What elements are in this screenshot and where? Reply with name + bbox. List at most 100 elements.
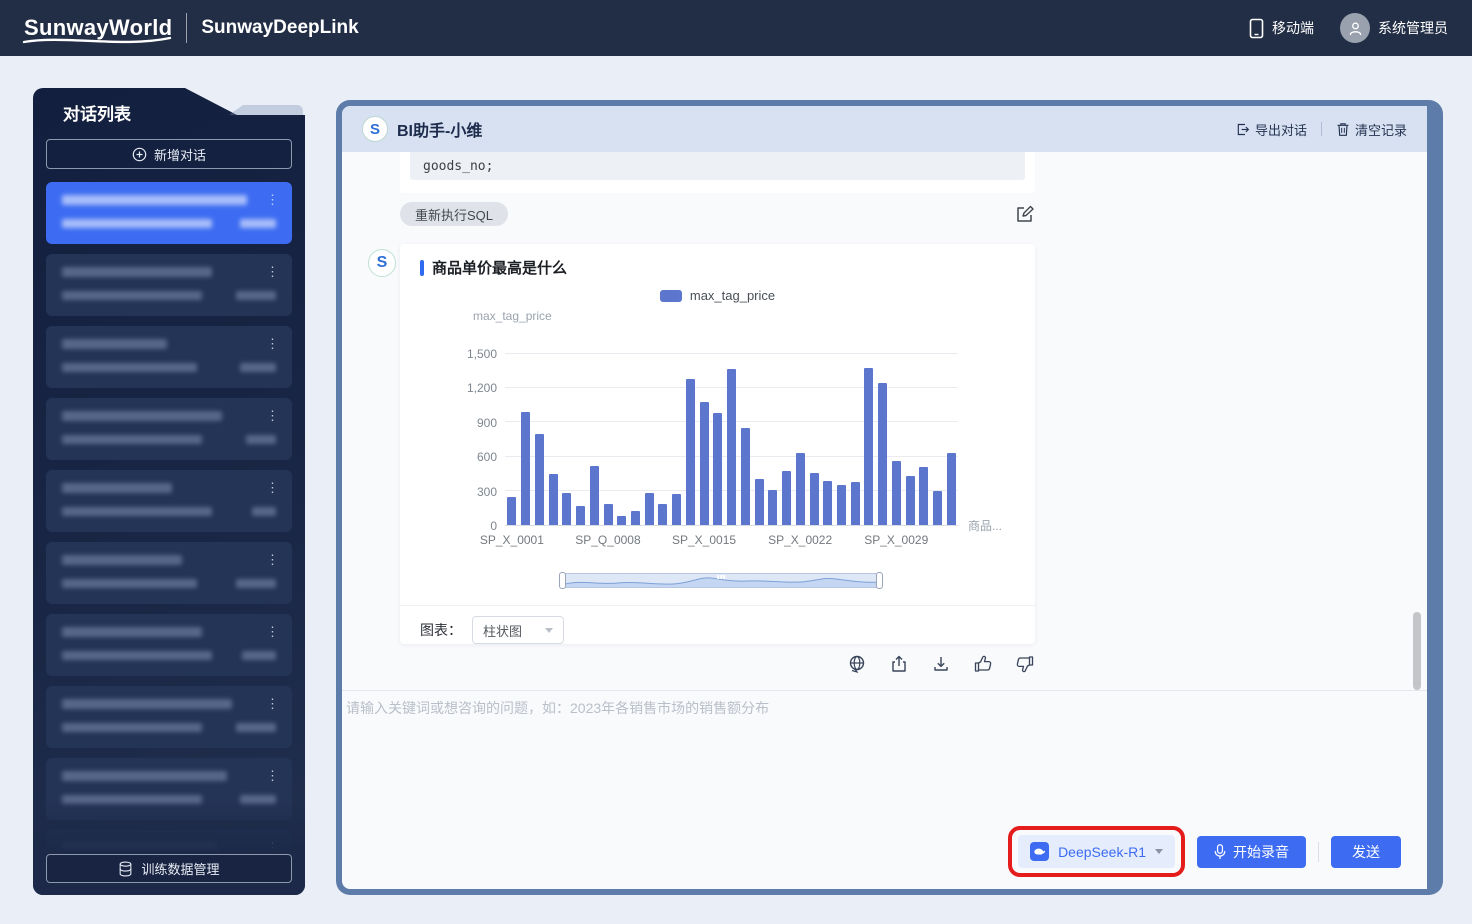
conversation-item[interactable]: ⋮ bbox=[46, 614, 292, 676]
chart-legend[interactable]: max_tag_price bbox=[400, 288, 1035, 303]
send-label: 发送 bbox=[1352, 842, 1380, 862]
model-selector[interactable]: DeepSeek-R1 bbox=[1018, 835, 1175, 868]
more-options-icon[interactable]: ⋮ bbox=[266, 336, 279, 352]
bar[interactable] bbox=[741, 428, 750, 525]
bar[interactable] bbox=[782, 471, 791, 525]
more-options-icon[interactable]: ⋮ bbox=[266, 768, 279, 784]
bar[interactable] bbox=[755, 479, 764, 525]
clear-history-button[interactable]: 清空记录 bbox=[1336, 120, 1407, 139]
bar[interactable] bbox=[535, 434, 544, 525]
training-data-button[interactable]: 训练数据管理 bbox=[46, 854, 292, 883]
scrollbar-thumb[interactable] bbox=[1413, 612, 1421, 690]
user-menu[interactable]: 系统管理员 bbox=[1340, 13, 1448, 43]
bar[interactable] bbox=[631, 511, 640, 525]
more-options-icon[interactable]: ⋮ bbox=[266, 624, 279, 640]
bar[interactable] bbox=[672, 494, 681, 525]
thumbs-up-icon[interactable] bbox=[973, 654, 993, 674]
conversation-item[interactable]: ⋮ bbox=[46, 326, 292, 388]
bar[interactable] bbox=[892, 461, 901, 525]
bar[interactable] bbox=[851, 482, 860, 525]
conversation-item[interactable]: ⋮ bbox=[46, 686, 292, 748]
avatar bbox=[1340, 13, 1370, 43]
thumbs-down-icon[interactable] bbox=[1015, 654, 1035, 674]
bar[interactable] bbox=[700, 402, 709, 525]
data-zoom-slider[interactable] bbox=[562, 573, 880, 588]
conversation-item[interactable]: ⋮ bbox=[46, 182, 292, 244]
bar[interactable] bbox=[727, 369, 736, 525]
redacted-tag bbox=[242, 651, 276, 660]
new-chat-button[interactable]: 新增对话 bbox=[46, 139, 292, 169]
bar[interactable] bbox=[837, 485, 846, 525]
database-icon bbox=[118, 861, 133, 877]
bar[interactable] bbox=[521, 412, 530, 525]
bar[interactable] bbox=[713, 413, 722, 525]
bar[interactable] bbox=[686, 379, 695, 525]
start-recording-button[interactable]: 开始录音 bbox=[1197, 836, 1306, 868]
bar[interactable] bbox=[768, 490, 777, 525]
language-globe-icon[interactable] bbox=[847, 654, 867, 674]
redacted-date bbox=[62, 291, 202, 300]
bar[interactable] bbox=[604, 504, 613, 525]
more-options-icon[interactable]: ⋮ bbox=[266, 696, 279, 712]
export-chat-button[interactable]: 导出对话 bbox=[1235, 120, 1307, 139]
bar[interactable] bbox=[549, 474, 558, 525]
x-tick-label: SP_Q_0008 bbox=[566, 533, 650, 547]
redacted-date bbox=[62, 507, 212, 516]
mobile-link[interactable]: 移动端 bbox=[1249, 18, 1314, 39]
chat-input[interactable] bbox=[346, 698, 1326, 808]
share-icon[interactable] bbox=[889, 654, 909, 674]
input-divider bbox=[342, 690, 1427, 691]
more-options-icon[interactable]: ⋮ bbox=[266, 480, 279, 496]
redacted-date bbox=[62, 795, 202, 804]
sidebar-tab-title: 对话列表 bbox=[63, 100, 131, 125]
legend-label: max_tag_price bbox=[690, 288, 775, 303]
bar[interactable] bbox=[658, 504, 667, 525]
rerun-sql-button[interactable]: 重新执行SQL bbox=[400, 202, 508, 226]
sql-code-box: goods_no; bbox=[410, 152, 1025, 180]
redacted-tag bbox=[240, 219, 276, 228]
chevron-down-icon bbox=[545, 628, 553, 633]
export-icon bbox=[1235, 122, 1250, 137]
bar[interactable] bbox=[878, 383, 887, 526]
redacted-date bbox=[62, 435, 202, 444]
download-icon[interactable] bbox=[931, 654, 951, 674]
more-options-icon[interactable]: ⋮ bbox=[266, 192, 279, 208]
title-accent-bar bbox=[420, 260, 424, 276]
send-button[interactable]: 发送 bbox=[1331, 836, 1401, 868]
data-zoom-grip[interactable] bbox=[717, 575, 725, 579]
bar[interactable] bbox=[507, 497, 516, 526]
x-tick-label: SP_X_0022 bbox=[758, 533, 842, 547]
conversation-list: ⋮ ⋮ ⋮ ⋮ ⋮ ⋮ ⋮ ⋮ ⋮ ⋮ bbox=[33, 182, 305, 895]
redacted-date bbox=[62, 579, 197, 588]
chart-type-value: 柱状图 bbox=[483, 621, 522, 640]
bar[interactable] bbox=[933, 491, 942, 525]
header-divider bbox=[1321, 122, 1322, 136]
conversation-item[interactable]: ⋮ bbox=[46, 542, 292, 604]
data-zoom-handle-right[interactable] bbox=[876, 572, 883, 589]
more-options-icon[interactable]: ⋮ bbox=[266, 552, 279, 568]
bar[interactable] bbox=[919, 467, 928, 525]
bar[interactable] bbox=[864, 368, 873, 525]
conversation-item[interactable]: ⋮ bbox=[46, 470, 292, 532]
data-zoom-handle-left[interactable] bbox=[559, 572, 566, 589]
bar[interactable] bbox=[796, 453, 805, 525]
bar[interactable] bbox=[947, 453, 956, 525]
bar[interactable] bbox=[810, 473, 819, 525]
redacted-title bbox=[62, 411, 222, 421]
sql-snippet-text: goods_no; bbox=[423, 159, 493, 174]
bar[interactable] bbox=[590, 466, 599, 525]
edit-sql-icon[interactable] bbox=[1015, 204, 1035, 224]
bar[interactable] bbox=[562, 493, 571, 525]
bar[interactable] bbox=[823, 481, 832, 525]
more-options-icon[interactable]: ⋮ bbox=[266, 264, 279, 280]
bar[interactable] bbox=[576, 506, 585, 525]
bar[interactable] bbox=[906, 476, 915, 525]
conversation-item[interactable]: ⋮ bbox=[46, 758, 292, 820]
conversation-item[interactable]: ⋮ bbox=[46, 398, 292, 460]
bar[interactable] bbox=[645, 493, 654, 525]
chart-type-select[interactable]: 柱状图 bbox=[472, 616, 564, 644]
redacted-tag bbox=[246, 435, 276, 444]
conversation-item[interactable]: ⋮ bbox=[46, 254, 292, 316]
more-options-icon[interactable]: ⋮ bbox=[266, 408, 279, 424]
bar[interactable] bbox=[617, 516, 626, 525]
